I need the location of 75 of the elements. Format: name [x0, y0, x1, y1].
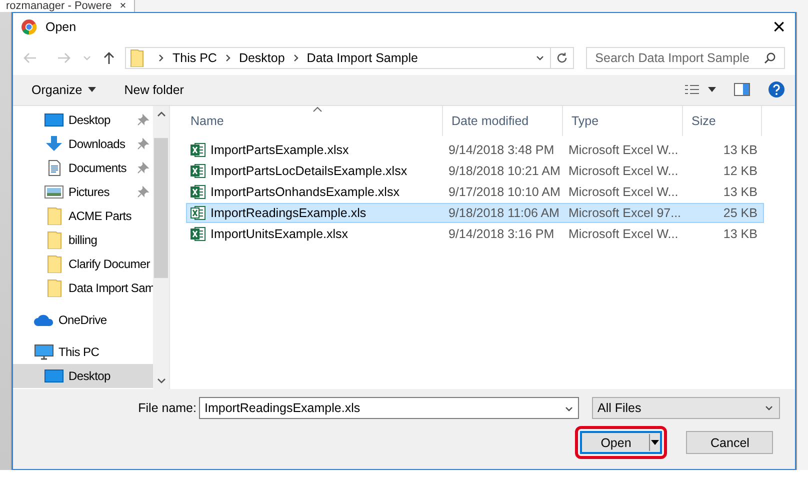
- date-modified: 9/18/2018 11:06 AM: [448, 206, 560, 220]
- chevron-down-icon[interactable]: [565, 405, 574, 414]
- monitor-icon: [44, 368, 64, 384]
- search-field[interactable]: Search Data Import Sample: [586, 47, 786, 70]
- chevron-icon: [158, 54, 164, 62]
- sidebar-item[interactable]: Desktop: [13, 108, 154, 132]
- file-row[interactable]: ImportPartsExample.xlsx 9/14/2018 3:48 PM Microsoft Excel W... 13 KB: [186, 140, 764, 160]
- column-header[interactable]: Date modified: [443, 106, 564, 136]
- sidebar-item[interactable]: ACME Parts: [13, 204, 154, 228]
- sidebar-item[interactable]: billing: [13, 228, 154, 252]
- file-name: ImportPartsOnhandsExample.xlsx: [210, 184, 400, 199]
- close-button[interactable]: ×: [772, 16, 786, 38]
- file-type-dropdown[interactable]: All Files: [592, 397, 780, 420]
- cloud-icon: [34, 312, 54, 327]
- breadcrumb[interactable]: Data Import Sample: [306, 51, 418, 66]
- breadcrumb[interactable]: Desktop: [238, 51, 285, 66]
- chevron-down-icon: [765, 404, 774, 412]
- scrollbar[interactable]: [153, 106, 170, 390]
- file-size: 25 KB: [722, 206, 758, 220]
- sidebar-item[interactable]: Desktop: [13, 364, 154, 388]
- file-size: 13 KB: [722, 142, 758, 157]
- column-header[interactable]: Type: [563, 106, 684, 136]
- column-header[interactable]: Name: [182, 106, 444, 136]
- window-title: Open: [45, 20, 76, 34]
- sidebar-item[interactable]: Pictures: [13, 180, 154, 204]
- file-row[interactable]: ImportPartsLocDetailsExample.xlsx 9/18/2018 10:21 AM Microsoft Excel W... 12 KB: [186, 160, 764, 181]
- file-size: 12 KB: [722, 164, 758, 178]
- file-type: Microsoft Excel 97...: [568, 206, 682, 220]
- file-type: Microsoft Excel W...: [568, 226, 680, 241]
- cancel-button[interactable]: Cancel: [686, 431, 774, 454]
- file-name-label: File name:: [137, 401, 198, 416]
- sidebar-item[interactable]: OneDrive: [13, 308, 154, 332]
- file-row[interactable]: ImportUnitsExample.xlsx 9/14/2018 3:16 PM Microsoft Excel W... 13 KB: [186, 224, 764, 244]
- date-modified: 9/14/2018 3:16 PM: [448, 226, 556, 241]
- date-modified: 9/18/2018 10:21 AM: [448, 164, 562, 178]
- up-button[interactable]: [103, 51, 116, 66]
- column-header[interactable]: Size: [683, 106, 762, 136]
- picture-icon: [44, 184, 64, 200]
- app-icon: [21, 19, 38, 36]
- file-type: Microsoft Excel W...: [568, 164, 680, 178]
- folder-icon: [130, 49, 144, 68]
- search-icon: [764, 52, 776, 64]
- breadcrumb[interactable]: This PC: [172, 51, 217, 66]
- file-row[interactable]: ImportPartsOnhandsExample.xlsx 9/17/2018 10:10 AM Microsoft Excel W... 13 KB: [186, 182, 764, 202]
- address-bar[interactable]: This PC Desktop Data Import Sample: [125, 47, 574, 70]
- file-name: ImportPartsExample.xlsx: [210, 142, 349, 157]
- organize-button[interactable]: Organize: [31, 82, 96, 97]
- monitor-icon: [44, 112, 64, 128]
- download-icon: [44, 136, 64, 152]
- file-type: Microsoft Excel W...: [568, 184, 680, 199]
- chevron-icon: [224, 54, 231, 62]
- sidebar-item[interactable]: This PC: [13, 340, 154, 364]
- sidebar-item[interactable]: Downloads: [13, 132, 154, 156]
- dropdown-arrow-icon[interactable]: [649, 434, 660, 452]
- date-modified: 9/17/2018 10:10 AM: [448, 184, 562, 199]
- help-icon[interactable]: [768, 81, 786, 98]
- preview-pane-icon[interactable]: [734, 83, 750, 96]
- file-name-field[interactable]: ImportReadingsExample.xls: [199, 397, 580, 420]
- new-folder-button[interactable]: New folder: [124, 82, 184, 97]
- file-name: ImportUnitsExample.xlsx: [210, 226, 348, 241]
- file-name: ImportPartsLocDetailsExample.xlsx: [210, 164, 408, 178]
- sidebar-item[interactable]: Documents: [13, 156, 154, 180]
- chevron-icon: [292, 54, 299, 62]
- file-size: 13 KB: [722, 226, 758, 241]
- computer-icon: [34, 344, 54, 360]
- sidebar-item[interactable]: Clarify Documer: [13, 252, 154, 276]
- caret-icon: [88, 87, 96, 92]
- view-options-icon[interactable]: [684, 84, 716, 96]
- file-size: 13 KB: [722, 184, 758, 199]
- browser-tab[interactable]: rozmanager - Powere ×: [0, 0, 136, 12]
- date-modified: 9/14/2018 3:48 PM: [448, 142, 556, 157]
- file-row[interactable]: ImportReadingsExample.xls 9/18/2018 11:06 AM Microsoft Excel 97... 25 KB: [186, 202, 764, 223]
- file-type: Microsoft Excel W...: [568, 142, 680, 157]
- file-name: ImportReadingsExample.xls: [210, 206, 366, 220]
- open-button[interactable]: Open: [580, 431, 662, 454]
